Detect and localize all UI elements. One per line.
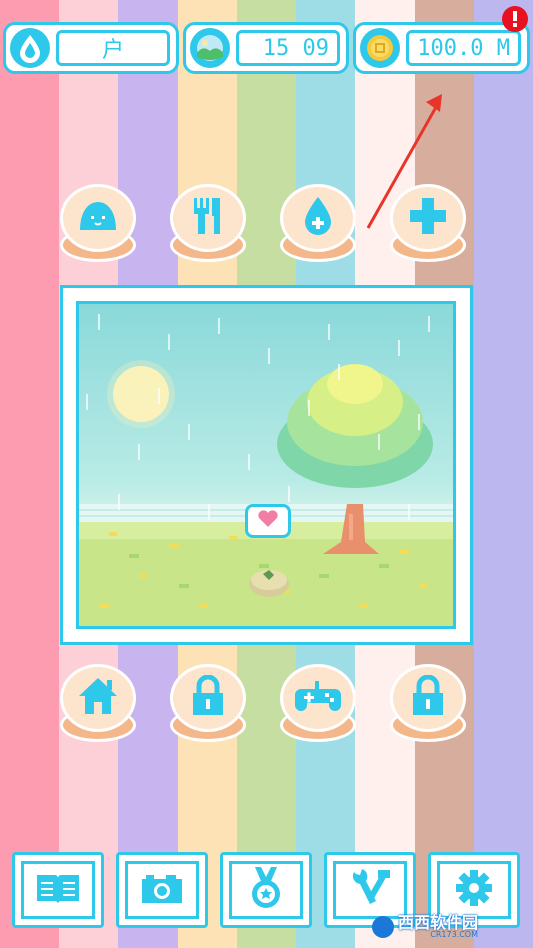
background-stripe: [473, 0, 533, 948]
home-button[interactable]: [60, 664, 136, 742]
heart-bubble[interactable]: [245, 504, 291, 538]
watermark-logo-icon: [372, 916, 394, 938]
landscape-icon: [190, 28, 230, 68]
water-drop-plus-icon: [302, 195, 334, 241]
book-icon: [35, 871, 81, 909]
water-button[interactable]: [280, 184, 356, 262]
time-value: 15 09: [236, 30, 340, 66]
watermark: 西西软件园 CR173.COM: [372, 912, 522, 942]
clock-display[interactable]: 15 09: [183, 22, 349, 74]
background-stripe: [0, 0, 60, 948]
watermark-text: 西西软件园: [398, 913, 479, 932]
exclamation-icon[interactable]: [502, 6, 528, 32]
slime-icon: [76, 198, 120, 238]
scene-frame: [60, 285, 473, 645]
lock-icon: [410, 674, 446, 721]
water-counter[interactable]: 户: [3, 22, 179, 74]
camera-icon: [140, 871, 184, 909]
achievements-button[interactable]: [220, 852, 312, 928]
camera-button[interactable]: [116, 852, 208, 928]
fork-knife-icon: [190, 196, 226, 240]
house-icon: [77, 676, 119, 720]
water-drop-icon: [10, 28, 50, 68]
plus-icon: [408, 196, 448, 240]
lock-icon: [190, 674, 226, 721]
watermark-sub: CR173.COM: [430, 930, 479, 939]
garden-scene[interactable]: [76, 301, 456, 629]
gamepad-icon: [295, 679, 341, 717]
coin-icon: [360, 28, 400, 68]
heal-button[interactable]: [390, 184, 466, 262]
locked-button-1[interactable]: [170, 664, 246, 742]
gear-icon: [454, 868, 494, 912]
journal-button[interactable]: [12, 852, 104, 928]
feed-button[interactable]: [170, 184, 246, 262]
coin-value: 100.0 M: [406, 30, 521, 66]
play-button[interactable]: [280, 664, 356, 742]
heart-icon: [257, 510, 279, 532]
water-value: 户: [56, 30, 170, 66]
medal-icon: [249, 865, 283, 915]
coin-counter[interactable]: 100.0 M: [353, 22, 530, 74]
locked-button-2[interactable]: [390, 664, 466, 742]
mood-button[interactable]: [60, 184, 136, 262]
tools-icon: [348, 868, 392, 912]
